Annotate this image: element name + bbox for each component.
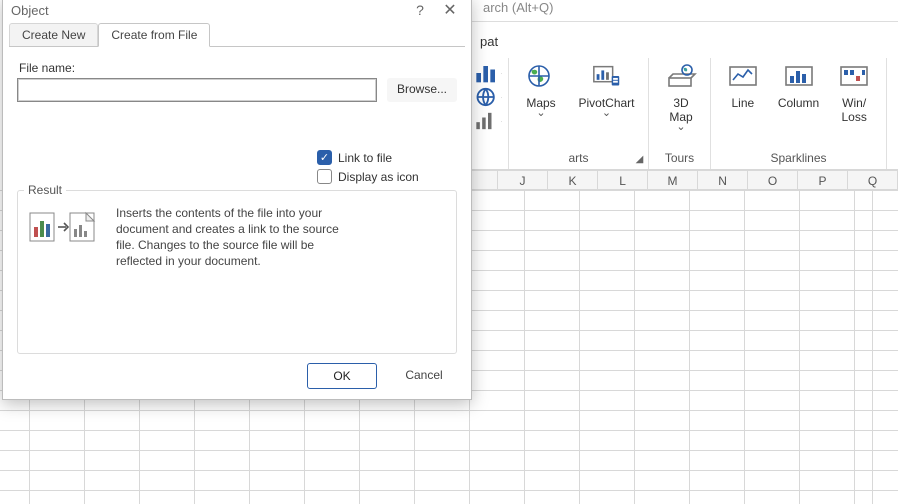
sparkline-column-icon xyxy=(783,60,815,94)
sparkline-winloss-icon xyxy=(838,60,870,94)
3dmap-icon xyxy=(665,60,697,94)
sparkline-winloss-label: Win/ Loss xyxy=(842,96,867,124)
ribbon-group-charts: Maps PivotChart arts ◢ xyxy=(509,58,649,169)
col-P[interactable]: P xyxy=(798,171,848,189)
charts-group-label: arts xyxy=(513,149,644,169)
svg-text:⌄: ⌄ xyxy=(500,67,502,77)
sparkline-line-button[interactable]: Line xyxy=(715,60,771,124)
column-headers: J K L M N O P Q xyxy=(468,170,898,190)
ribbon-charts-small: ⌄ ⌄ ⌄ xyxy=(468,58,509,169)
dialog-title: Object xyxy=(11,3,49,18)
tab-create-new[interactable]: Create New xyxy=(9,23,98,46)
col-chart-icon[interactable]: ⌄ xyxy=(474,110,502,132)
display-as-icon-label: Display as icon xyxy=(338,170,419,184)
ribbon-group-filters: Slicer Fil xyxy=(887,58,898,169)
3dmap-button[interactable]: 3D Map xyxy=(653,60,709,130)
col-Q[interactable]: Q xyxy=(848,171,898,189)
result-text: Inserts the contents of the file into yo… xyxy=(116,205,346,269)
pivotchart-icon xyxy=(591,60,623,94)
ribbon-group-tours: 3D Map Tours xyxy=(649,58,711,169)
sparkline-line-icon xyxy=(727,60,759,94)
ribbon-group-sparklines: Line Column Win/ Loss Sparklines xyxy=(711,58,887,169)
tab-create-from-file[interactable]: Create from File xyxy=(98,23,210,47)
ribbon: arch (Alt+Q) pat ⌄ ⌄ ⌄ xyxy=(468,0,898,170)
ribbon-tab-row: pat xyxy=(468,34,504,60)
bar-chart-icon[interactable]: ⌄ xyxy=(474,62,502,84)
search-box[interactable]: arch (Alt+Q) xyxy=(468,0,898,22)
col-J[interactable]: J xyxy=(498,171,548,189)
globe-icon xyxy=(525,60,557,94)
col-K[interactable]: K xyxy=(548,171,598,189)
browse-button[interactable]: Browse... xyxy=(387,78,457,102)
object-dialog: Object ? ✕ Create New Create from File F… xyxy=(2,0,472,400)
link-to-file-label: Link to file xyxy=(338,151,392,165)
result-legend: Result xyxy=(24,183,66,197)
globe-small-icon[interactable]: ⌄ xyxy=(474,86,502,108)
slicer-button[interactable]: Slicer xyxy=(891,60,898,110)
sparkline-line-label: Line xyxy=(731,96,754,110)
link-to-file-checkbox[interactable]: ✓ xyxy=(317,150,332,165)
col-N[interactable]: N xyxy=(698,171,748,189)
display-as-icon-checkbox[interactable] xyxy=(317,169,332,184)
sparklines-group-label: Sparklines xyxy=(715,149,882,169)
3dmap-label: 3D Map xyxy=(669,96,692,124)
col-M[interactable]: M xyxy=(648,171,698,189)
file-name-label: File name: xyxy=(19,61,457,75)
col-L[interactable]: L xyxy=(598,171,648,189)
dialog-titlebar[interactable]: Object ? ✕ xyxy=(3,0,471,23)
sparkline-column-label: Column xyxy=(778,96,819,110)
result-link-icon xyxy=(28,205,100,248)
result-group: Result Inserts the contents of the file … xyxy=(17,190,457,354)
contextual-tab[interactable]: pat xyxy=(474,30,504,53)
filters-group-label: Fil xyxy=(891,149,898,169)
maps-button[interactable]: Maps xyxy=(513,60,569,116)
pivotchart-button[interactable]: PivotChart xyxy=(569,60,644,116)
cancel-button[interactable]: Cancel xyxy=(389,363,459,389)
col-O[interactable]: O xyxy=(748,171,798,189)
svg-text:⌄: ⌄ xyxy=(500,115,502,125)
sparkline-winloss-button[interactable]: Win/ Loss xyxy=(826,60,882,124)
help-icon[interactable]: ? xyxy=(405,2,435,18)
svg-text:⌄: ⌄ xyxy=(500,91,502,101)
close-icon[interactable]: ✕ xyxy=(435,0,465,20)
tours-group-label: Tours xyxy=(653,149,706,169)
ok-button[interactable]: OK xyxy=(307,363,377,389)
file-name-input[interactable] xyxy=(17,78,377,102)
sparkline-column-button[interactable]: Column xyxy=(771,60,827,124)
charts-dialog-launcher[interactable]: ◢ xyxy=(634,154,645,165)
